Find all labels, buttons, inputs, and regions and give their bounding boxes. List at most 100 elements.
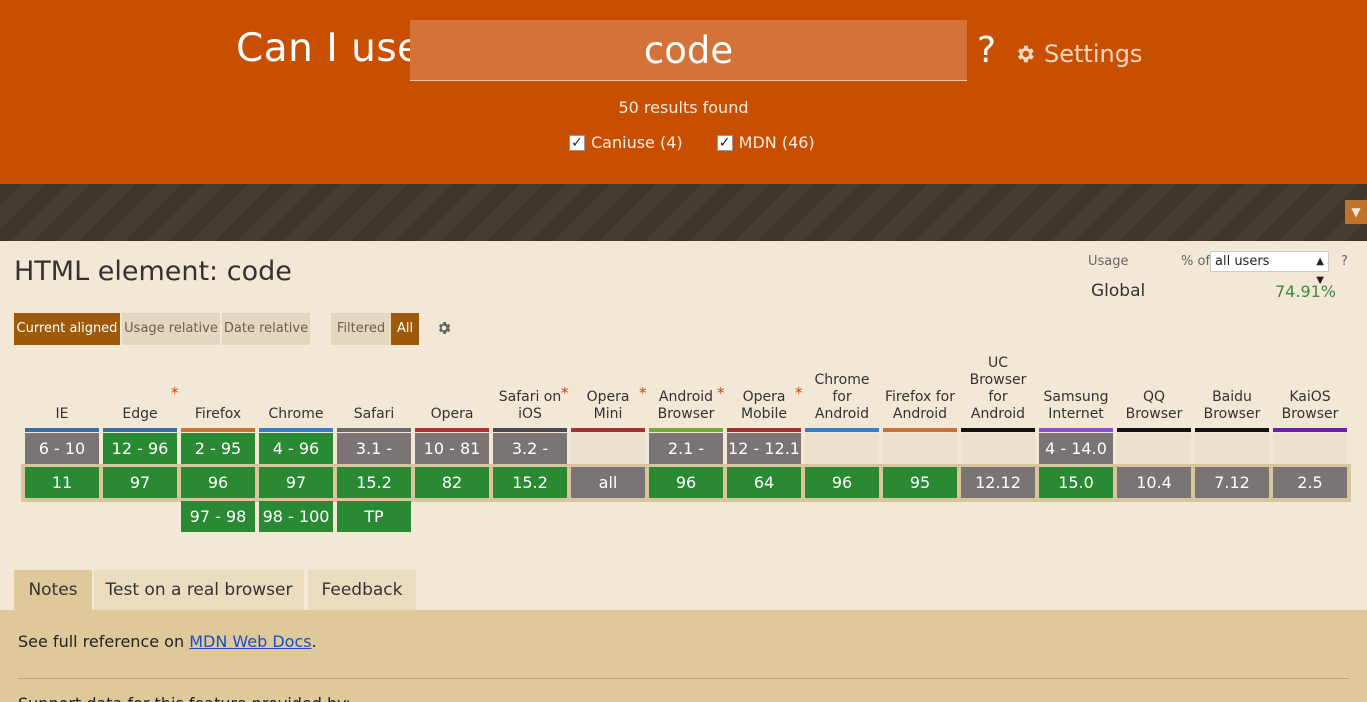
- past-versions-cell[interactable]: 10 - 81: [415, 433, 489, 464]
- gear-icon: [1018, 45, 1034, 63]
- current-version-cell[interactable]: 82: [415, 467, 489, 498]
- browser-color-bar: [571, 428, 645, 432]
- past-versions-cell[interactable]: 12 - 96: [103, 433, 177, 464]
- usage-percentage: 74.91%: [1275, 282, 1337, 301]
- browser-color-bar: [805, 428, 879, 432]
- current-version-cell[interactable]: 12.12: [961, 467, 1035, 498]
- browser-header-kaios-browser: KaiOS Browser: [1281, 389, 1339, 422]
- current-version-cell[interactable]: 15.2: [337, 467, 411, 498]
- past-versions-cell[interactable]: 3.1 - 15.1: [337, 433, 411, 489]
- percent-of-label: % of: [1181, 254, 1211, 269]
- users-select[interactable]: all users ▲ ▼: [1210, 251, 1329, 286]
- decorative-stripe: [0, 184, 1367, 241]
- past-versions-cell[interactable]: [805, 433, 879, 464]
- browser-header-safari: Safari: [353, 406, 395, 422]
- usage-relative-button[interactable]: Usage relative: [122, 313, 220, 345]
- browser-color-bar: [493, 428, 567, 432]
- filtered-button[interactable]: Filtered: [331, 313, 391, 345]
- browser-header-opera-mini: Opera Mini: [586, 389, 630, 422]
- filter-caniuse[interactable]: ✓ Caniuse (4): [569, 133, 683, 152]
- current-version-cell[interactable]: 11: [25, 467, 99, 498]
- current-version-cell[interactable]: 7.12: [1195, 467, 1269, 498]
- tab-feedback[interactable]: Feedback: [308, 570, 416, 610]
- past-versions-cell[interactable]: 4 - 96: [259, 433, 333, 464]
- past-versions-cell[interactable]: [1195, 433, 1269, 464]
- past-versions-cell[interactable]: 4 - 14.0: [1039, 433, 1113, 464]
- results-count: 50 results found: [618, 98, 749, 117]
- note-asterisk-icon[interactable]: *: [171, 384, 179, 402]
- date-relative-button[interactable]: Date relative: [222, 313, 310, 345]
- browser-header-uc-browser-for-android: UC Browser for Android: [969, 355, 1027, 422]
- mdn-web-docs-link[interactable]: MDN Web Docs: [189, 632, 311, 651]
- note-asterisk-icon[interactable]: *: [561, 384, 569, 402]
- browser-color-bar: [1195, 428, 1269, 432]
- tab-notes[interactable]: Notes: [14, 570, 92, 610]
- settings-button[interactable]: Settings: [1014, 40, 1142, 68]
- funnel-icon[interactable]: ▼: [1345, 200, 1367, 224]
- tab-test-on-real-browser[interactable]: Test on a real browser: [94, 570, 304, 610]
- feature-title: HTML element: code: [14, 256, 292, 287]
- divider: [18, 678, 1349, 679]
- past-versions-cell[interactable]: [961, 433, 1035, 464]
- source-filters: ✓ Caniuse (4) ✓ MDN (46): [569, 133, 815, 152]
- current-version-cell[interactable]: 15.2: [493, 467, 567, 498]
- future-version-cell[interactable]: TP: [337, 501, 411, 532]
- browser-header-chrome-for-android: Chrome for Android: [814, 372, 870, 422]
- current-version-cell[interactable]: all: [571, 467, 645, 498]
- gear-icon[interactable]: [436, 320, 452, 336]
- reference-prefix: See full reference on: [18, 632, 190, 651]
- past-versions-cell[interactable]: 6 - 10: [25, 433, 99, 464]
- browser-header-chrome: Chrome: [268, 406, 324, 422]
- browser-header-samsung-internet: Samsung Internet: [1043, 389, 1109, 422]
- reference-text: See full reference on MDN Web Docs.: [18, 632, 317, 651]
- search-input[interactable]: code: [410, 20, 967, 81]
- browser-color-bar: [1117, 428, 1191, 432]
- current-version-cell[interactable]: 64: [727, 467, 801, 498]
- current-version-cell[interactable]: 95: [883, 467, 957, 498]
- users-select-value: all users: [1215, 254, 1270, 269]
- current-version-cell[interactable]: 2.5: [1273, 467, 1347, 498]
- current-aligned-button[interactable]: Current aligned: [14, 313, 120, 345]
- current-version-cell[interactable]: 96: [649, 467, 723, 498]
- note-asterisk-icon[interactable]: *: [795, 384, 803, 402]
- current-version-cell[interactable]: 96: [805, 467, 879, 498]
- usage-region: Global: [1091, 281, 1146, 301]
- current-version-cell[interactable]: 15.0: [1039, 467, 1113, 498]
- browser-color-bar: [727, 428, 801, 432]
- browser-header-opera: Opera: [430, 406, 474, 422]
- usage-help[interactable]: ?: [1341, 254, 1348, 269]
- past-versions-cell[interactable]: 2.1 - 4.4.4: [649, 433, 723, 489]
- usage-label: Usage: [1088, 254, 1129, 269]
- current-version-cell[interactable]: 97: [103, 467, 177, 498]
- browser-header-firefox-for-android: Firefox for Android: [884, 389, 956, 422]
- browser-color-bar: [1273, 428, 1347, 432]
- past-versions-cell[interactable]: [571, 433, 645, 464]
- checkbox-checked-icon[interactable]: ✓: [569, 134, 585, 151]
- browser-header-edge: Edge: [122, 406, 158, 422]
- all-button[interactable]: All: [391, 313, 419, 345]
- browser-color-bar: [961, 428, 1035, 432]
- note-asterisk-icon[interactable]: *: [639, 384, 647, 402]
- browser-color-bar: [259, 428, 333, 432]
- past-versions-cell[interactable]: 2 - 95: [181, 433, 255, 464]
- past-versions-cell[interactable]: [1273, 433, 1347, 464]
- note-asterisk-icon[interactable]: *: [717, 384, 725, 402]
- browser-header-firefox: Firefox: [194, 406, 242, 422]
- current-version-cell[interactable]: 96: [181, 467, 255, 498]
- browser-color-bar: [25, 428, 99, 432]
- current-version-cell[interactable]: 10.4: [1117, 467, 1191, 498]
- past-versions-cell[interactable]: 12 - 12.1: [727, 433, 801, 464]
- reference-suffix: .: [311, 632, 317, 651]
- past-versions-cell[interactable]: 3.2 - 15.1: [493, 433, 567, 489]
- checkbox-checked-icon[interactable]: ✓: [716, 134, 733, 151]
- filter-mdn[interactable]: ✓ MDN (46): [716, 133, 815, 152]
- notes-panel: [0, 610, 1367, 702]
- future-version-cell[interactable]: 98 - 100: [259, 501, 333, 532]
- current-version-cell[interactable]: 97: [259, 467, 333, 498]
- browser-header-qq-browser: QQ Browser: [1125, 389, 1183, 422]
- filter-caniuse-label: Caniuse (4): [591, 133, 683, 152]
- browser-header-baidu-browser: Baidu Browser: [1203, 389, 1261, 422]
- past-versions-cell[interactable]: [1117, 433, 1191, 464]
- past-versions-cell[interactable]: [883, 433, 957, 464]
- future-version-cell[interactable]: 97 - 98: [181, 501, 255, 532]
